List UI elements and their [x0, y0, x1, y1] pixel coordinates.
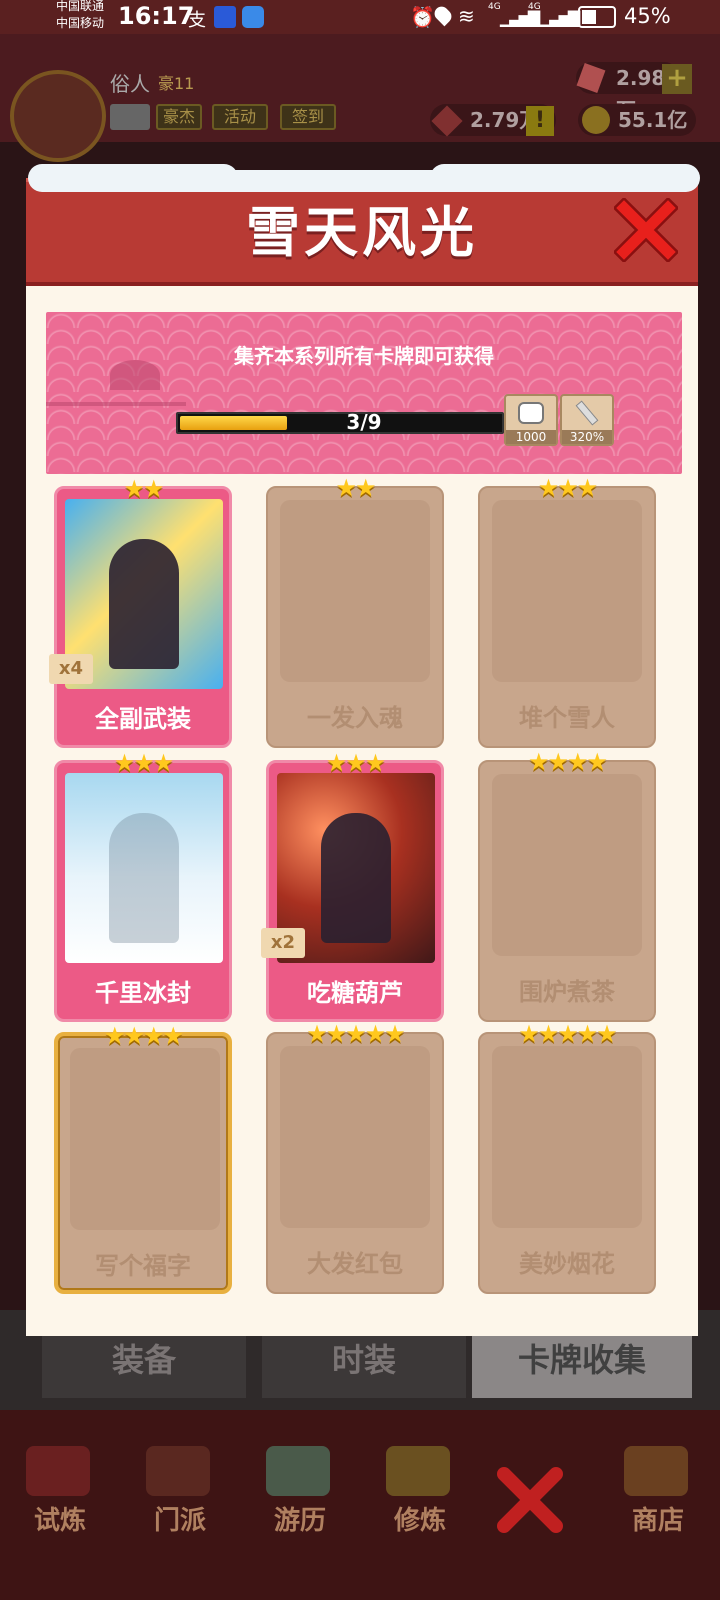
card-name: 全副武装: [95, 705, 191, 733]
dice-icon: [518, 402, 544, 424]
card-7[interactable]: ★★★★ 写个福字: [54, 1022, 232, 1294]
reward-sword-label: 320%: [562, 430, 612, 444]
reward-item-sword[interactable]: 320%: [560, 394, 614, 446]
card-name: 吃糖葫芦: [307, 979, 403, 1007]
card-placeholder: [280, 1046, 430, 1228]
add-gem-button[interactable]: +: [662, 64, 692, 94]
alarm-icon: ⏰: [410, 5, 435, 29]
sect-icon: [146, 1446, 210, 1496]
card-9[interactable]: ★★★★★ 美妙烟花: [478, 1020, 656, 1294]
card-name: 千里冰封: [95, 979, 191, 1007]
carrier-2: 中国移动: [56, 16, 105, 30]
nav-trial[interactable]: 试炼: [2, 1440, 118, 1540]
status-bar: 中国联通 中国移动 16:17 支 ⏰ ≋ 4G ▁▃▅▇ 4G ▁▃▅▇ 45…: [0, 0, 720, 34]
card-stars: ★★★: [113, 749, 175, 777]
card-stars: ★★★★: [103, 1022, 184, 1050]
clock: 16:17: [118, 2, 195, 30]
card-name: 大发红包: [307, 1250, 403, 1278]
card-stars: ★★★: [325, 749, 387, 777]
hero-button[interactable]: 豪杰: [156, 104, 202, 130]
card-count-badge: x4: [49, 654, 93, 684]
card-stars: ★★★: [537, 474, 599, 502]
card-stars: ★★★★★: [306, 1020, 406, 1048]
card-3[interactable]: ★★★ 堆个雪人: [478, 474, 656, 748]
sword-icon: [575, 400, 599, 426]
card-5[interactable]: ★★★ 吃糖葫芦 x2: [261, 749, 444, 1022]
nav-shop-label: 商店: [631, 1506, 684, 1536]
card-4[interactable]: ★★★ 千里冰封: [54, 749, 232, 1022]
carrier-1: 中国联通: [56, 0, 105, 13]
alert-button[interactable]: !: [526, 106, 554, 136]
nav-sect-label: 门派: [153, 1506, 206, 1536]
card-name: 写个福字: [95, 1252, 191, 1280]
player-avatar[interactable]: [10, 70, 106, 162]
card-placeholder: [492, 774, 642, 956]
card-count-badge: x2: [261, 928, 305, 958]
card-placeholder: [492, 500, 642, 682]
battery-icon: [578, 6, 616, 28]
banner-text: 集齐本系列所有卡牌即可获得: [234, 344, 494, 368]
gold-amount: 55.1亿: [618, 108, 688, 132]
signal-label-2: 4G: [528, 2, 541, 12]
modal-title: 雪天风光: [246, 201, 478, 264]
nav-cultivate[interactable]: 修炼: [362, 1440, 478, 1540]
cultivate-icon: [386, 1446, 450, 1496]
trial-icon: [26, 1446, 90, 1496]
card-name: 一发入魂: [307, 704, 403, 732]
card-2[interactable]: ★★ 一发入魂: [266, 474, 444, 748]
close-button[interactable]: [612, 196, 680, 264]
player-level: 豪11: [158, 74, 195, 93]
card-name: 美妙烟花: [519, 1250, 615, 1278]
card-stars: ★★★★★: [518, 1020, 618, 1048]
card-name: 围炉煮茶: [519, 978, 615, 1006]
nav-travel[interactable]: 游历: [242, 1440, 358, 1540]
mail-icon[interactable]: [110, 104, 150, 130]
card-stars: ★★: [123, 475, 164, 503]
close-icon: [612, 196, 680, 264]
reward-dice-label: 1000: [506, 430, 556, 444]
snowy-bridge-scene: [109, 813, 179, 943]
card-1[interactable]: ★★ 全副武装 x4: [49, 475, 232, 748]
card-art: [65, 773, 223, 963]
card-stars: ★★★★: [527, 748, 608, 776]
card-placeholder: [280, 500, 430, 682]
card-placeholder: [492, 1046, 642, 1228]
card-placeholder: [70, 1048, 220, 1230]
card-8[interactable]: ★★★★★ 大发红包: [266, 1020, 444, 1294]
recruit-app-icon: [214, 6, 236, 28]
carrier-info: 中国联通 中国移动: [56, 0, 104, 32]
activity-button[interactable]: 活动: [212, 104, 268, 130]
reward-item-dice[interactable]: 1000: [504, 394, 558, 446]
nav-shop[interactable]: 商店: [600, 1440, 716, 1540]
player-name: 俗人: [110, 72, 150, 96]
nav-travel-label: 游历: [273, 1506, 326, 1536]
battery-percent: 45%: [624, 4, 671, 28]
location-icon: [431, 3, 455, 27]
shop-icon: [624, 1446, 688, 1496]
reward-banner: [46, 312, 682, 474]
nav-sect[interactable]: 门派: [122, 1440, 238, 1540]
gold-coin-icon: [582, 106, 610, 134]
girl-with-lanterns: [321, 813, 391, 943]
card-name: 堆个雪人: [519, 704, 615, 732]
collection-progress-label: 3/9: [346, 410, 382, 434]
nav-cultivate-label: 修炼: [393, 1506, 446, 1536]
travel-icon: [266, 1446, 330, 1496]
figure-girl-snow: [109, 539, 179, 669]
nav-trial-label: 试炼: [33, 1506, 86, 1536]
signin-button[interactable]: 签到: [280, 104, 336, 130]
wifi-icon: ≋: [458, 4, 475, 28]
alipay-icon: 支: [188, 10, 206, 31]
card-6[interactable]: ★★★★ 围炉煮茶: [478, 748, 656, 1022]
nav-close-icon[interactable]: [490, 1460, 570, 1540]
bridge-decor: [46, 402, 186, 474]
card-stars: ★★: [335, 474, 376, 502]
cloud-app-icon: [242, 6, 264, 28]
signal-bars-2-icon: ▁▃▅▇: [540, 8, 580, 27]
signal-label-1: 4G: [488, 2, 501, 12]
